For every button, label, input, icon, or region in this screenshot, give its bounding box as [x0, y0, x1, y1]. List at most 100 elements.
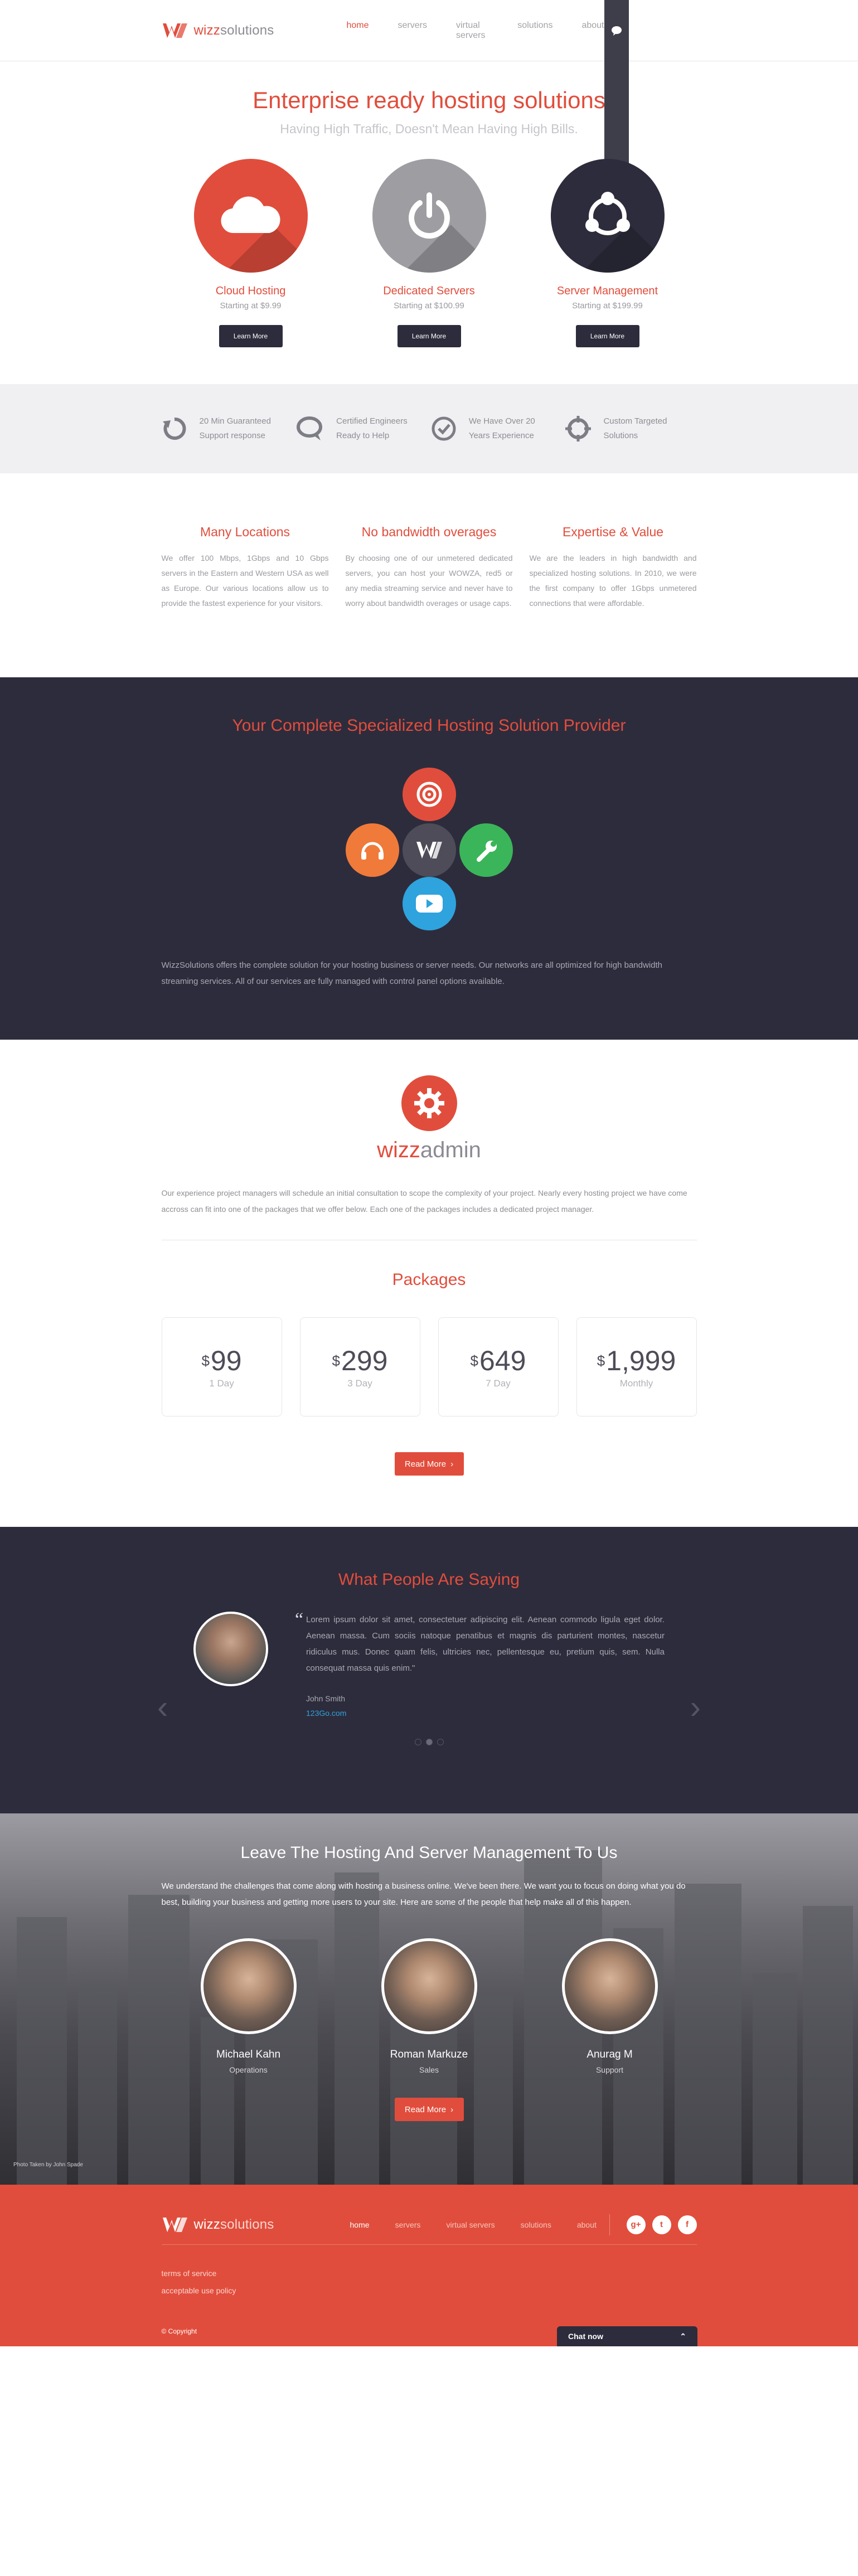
learn-more-button[interactable]: Learn More — [575, 325, 639, 347]
footer-nav-about[interactable]: about — [577, 2220, 597, 2229]
carousel-dot[interactable] — [437, 1739, 444, 1745]
team-read-more-button[interactable]: Read More › — [394, 2098, 464, 2121]
main-nav: home servers virtual servers solutions a… — [347, 21, 604, 41]
testimonials-title: What People Are Saying — [338, 1570, 520, 1589]
site-footer: wizzsolutions home servers virtual serve… — [0, 2185, 858, 2346]
admin-section: wizzadmin Our experience project manager… — [161, 1040, 697, 1476]
feature-support: 20 Min Guaranteed Support response — [162, 414, 293, 443]
play-icon — [415, 895, 443, 913]
site-logo[interactable]: wizzsolutions — [162, 22, 274, 39]
member-role: Sales — [419, 2065, 439, 2074]
nav-virtual-servers[interactable]: virtual servers — [456, 21, 488, 41]
nav-about[interactable]: about — [581, 21, 604, 41]
package-card[interactable]: $99 1 Day — [161, 1317, 282, 1416]
footer-nav-solutions[interactable]: solutions — [521, 2220, 551, 2229]
carousel-dot-active[interactable] — [425, 1739, 433, 1745]
cluster-play[interactable] — [402, 877, 456, 930]
twitter-icon[interactable]: t — [652, 2215, 671, 2234]
chevron-right-icon: › — [450, 1459, 454, 1469]
footer-nav-servers[interactable]: servers — [395, 2220, 421, 2229]
crosshair-icon — [565, 416, 592, 442]
package-card[interactable]: $299 3 Day — [299, 1317, 420, 1416]
team-content: Leave The Hosting And Server Management … — [162, 1813, 697, 2121]
testimonial: “ Lorem ipsum dolor sit amet, consectetu… — [193, 1609, 665, 1718]
package-card[interactable]: $649 7 Day — [438, 1317, 559, 1416]
quote-mark-icon: “ — [295, 1609, 304, 1630]
avatar — [193, 1612, 268, 1686]
carousel-dot[interactable] — [414, 1739, 421, 1745]
nav-home[interactable]: home — [347, 21, 369, 41]
column-text: We offer 100 Mbps, 1Gbps and 10 Gbps ser… — [161, 554, 329, 608]
learn-more-button[interactable]: Learn More — [219, 325, 283, 347]
feature-text: Certified Engineers Ready to Help — [336, 416, 408, 440]
admin-text: Our experience project managers will sch… — [161, 1188, 687, 1214]
chat-now-widget[interactable]: Chat now ⌃ — [557, 2326, 697, 2346]
avatar — [561, 1938, 658, 2034]
cluster-wrench[interactable] — [459, 823, 513, 877]
package-price: $299 — [332, 1345, 388, 1376]
column-title: Many Locations — [200, 525, 290, 539]
chevron-right-icon: › — [450, 2104, 454, 2114]
cluster-target[interactable] — [402, 768, 456, 821]
chevron-left-icon[interactable]: ‹ — [157, 1689, 168, 1726]
nav-solutions[interactable]: solutions — [517, 21, 552, 41]
column-title: Expertise & Value — [562, 525, 664, 539]
aup-link[interactable]: acceptable use policy — [162, 2282, 697, 2300]
avatar — [200, 1938, 297, 2034]
solution-title: Your Complete Specialized Hosting Soluti… — [232, 716, 626, 735]
service-title: Cloud Hosting — [215, 285, 286, 297]
photo-credit: Photo Taken by John Spade — [13, 2162, 83, 2168]
google-plus-icon[interactable]: g+ — [626, 2215, 646, 2234]
column-title: No bandwidth overages — [361, 525, 497, 539]
package-period: 1 Day — [209, 1378, 234, 1389]
column-text: By choosing one of our unmetered dedicat… — [345, 554, 513, 608]
footer-top: wizzsolutions home servers virtual serve… — [161, 2185, 697, 2245]
cloud-hosting-badge — [193, 159, 308, 273]
packages-read-more-button[interactable]: Read More › — [394, 1452, 464, 1476]
wizz-logo-icon — [162, 2217, 187, 2232]
dedicated-servers-badge — [372, 159, 486, 273]
service-price: Starting at $199.99 — [572, 301, 643, 311]
solution-section: Your Complete Specialized Hosting Soluti… — [0, 677, 858, 1040]
package-period: Monthly — [619, 1378, 653, 1389]
package-price: $649 — [470, 1345, 526, 1376]
info-columns: Many Locations We offer 100 Mbps, 1Gbps … — [162, 473, 697, 677]
learn-more-button[interactable]: Learn More — [397, 325, 461, 347]
carousel-dots — [0, 1739, 858, 1745]
packages-title: Packages — [392, 1270, 466, 1289]
terms-link[interactable]: terms of service — [162, 2265, 697, 2282]
admin-gear-badge — [401, 1075, 457, 1131]
column-expertise: Expertise & Value We are the leaders in … — [530, 525, 697, 677]
footer-nav-home[interactable]: home — [350, 2220, 370, 2229]
cluster-center — [402, 823, 456, 877]
facebook-icon[interactable]: f — [677, 2215, 697, 2234]
gear-icon — [414, 1088, 444, 1118]
team-title: Leave The Hosting And Server Management … — [240, 1844, 618, 1862]
member-name: Roman Markuze — [390, 2049, 468, 2060]
cluster-headset[interactable] — [345, 823, 399, 877]
cloud-icon — [220, 196, 280, 234]
nav-servers[interactable]: servers — [398, 21, 427, 41]
chevron-up-icon: ⌃ — [680, 2331, 686, 2341]
package-period: 3 Day — [347, 1378, 372, 1389]
speech-bubble-icon — [297, 416, 323, 440]
network-icon — [585, 192, 630, 235]
testimonial-author: John Smith — [306, 1694, 346, 1703]
testimonial-site-link[interactable]: 123Go.com — [306, 1709, 665, 1718]
logo-text: wizzsolutions — [193, 23, 274, 38]
quote-text: Lorem ipsum dolor sit amet, consectetuer… — [306, 1615, 665, 1673]
service-dedicated-servers: Dedicated Servers Starting at $100.99 Le… — [340, 159, 518, 347]
hero-section: Enterprise ready hosting solutions Havin… — [0, 61, 858, 347]
services-row: Cloud Hosting Starting at $9.99 Learn Mo… — [162, 159, 697, 347]
feature-engineers: Certified Engineers Ready to Help — [296, 414, 427, 443]
footer-logo[interactable]: wizzsolutions — [162, 2216, 274, 2233]
power-icon — [408, 192, 450, 239]
feature-custom: Custom Targeted Solutions — [565, 414, 696, 443]
chevron-right-icon[interactable]: › — [690, 1689, 701, 1726]
hero-title: Enterprise ready hosting solutions — [253, 87, 605, 113]
footer-nav-virtual-servers[interactable]: virtual servers — [446, 2220, 495, 2229]
feature-text: Custom Targeted Solutions — [603, 416, 667, 440]
team-member: Michael Kahn Operations — [198, 1938, 299, 2074]
member-name: Michael Kahn — [216, 2049, 281, 2060]
package-card[interactable]: $1,999 Monthly — [576, 1317, 697, 1416]
